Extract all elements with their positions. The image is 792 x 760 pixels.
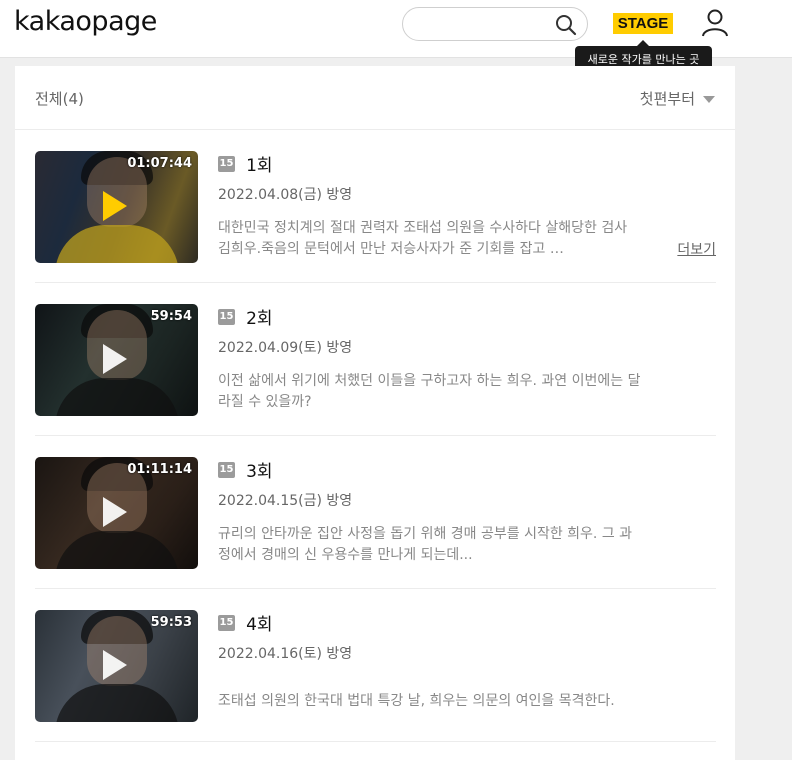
- age-rating-badge: 15: [218, 614, 235, 631]
- thumbnail-art: [55, 378, 179, 416]
- user-icon[interactable]: [700, 8, 730, 38]
- episode-thumbnail[interactable]: 01:07:44: [35, 151, 198, 263]
- kakaopage-logo[interactable]: kakaopage: [14, 6, 157, 37]
- episode-date: 2022.04.16(토) 방영: [218, 646, 353, 662]
- episode-count-label: 전체(4): [35, 90, 84, 108]
- play-icon[interactable]: [103, 344, 127, 374]
- play-icon[interactable]: [103, 497, 127, 527]
- list-header: 전체(4) 첫편부터: [15, 66, 735, 130]
- play-icon[interactable]: [103, 650, 127, 680]
- episode-title[interactable]: 3회: [246, 457, 272, 482]
- duration-label: 59:54: [150, 309, 192, 324]
- episode-description: 조태섭 의원의 한국대 법대 특강 날, 희우는 의문의 여인을 목격한다.: [218, 693, 615, 709]
- age-rating-badge: 15: [218, 308, 235, 325]
- duration-label: 01:07:44: [127, 156, 192, 171]
- more-link[interactable]: 더보기: [677, 239, 716, 259]
- sort-dropdown[interactable]: 첫편부터: [640, 88, 715, 109]
- episode-thumbnail[interactable]: 59:54: [35, 304, 198, 416]
- episode-description: 이전 삶에서 위기에 처했던 이들을 구하고자 하는 희우. 과연 이번에는 달…: [218, 373, 641, 410]
- search-input[interactable]: [417, 14, 547, 34]
- duration-label: 01:11:14: [127, 462, 192, 477]
- sort-label: 첫편부터: [639, 90, 695, 108]
- episode-description: 대한민국 정치계의 절대 권력자 조태섭 의원을 수사하다 살해당한 검사 김희…: [218, 220, 628, 257]
- stage-button[interactable]: STAGE: [613, 13, 673, 34]
- duration-label: 59:53: [150, 615, 192, 630]
- age-rating-badge: 15: [218, 155, 235, 172]
- episode-item-2[interactable]: 59:54 15 2회 2022.04.09(토) 방영 이전 삶에서 위기에 …: [35, 283, 716, 436]
- episode-info: 15 3회 2022.04.15(금) 방영 규리의 안타까운 집안 사정을 돕…: [218, 457, 716, 566]
- episode-title[interactable]: 2회: [246, 304, 272, 329]
- episode-info: 15 2회 2022.04.09(토) 방영 이전 삶에서 위기에 처했던 이들…: [218, 304, 716, 413]
- episode-thumbnail[interactable]: 59:53: [35, 610, 198, 722]
- play-icon[interactable]: [103, 191, 127, 221]
- episode-item-3[interactable]: 01:11:14 15 3회 2022.04.15(금) 방영 규리의 안타까운…: [35, 436, 716, 589]
- episode-title[interactable]: 4회: [246, 610, 272, 635]
- episode-thumbnail[interactable]: 01:11:14: [35, 457, 198, 569]
- search-box[interactable]: [402, 7, 588, 41]
- thumbnail-art: [55, 531, 179, 569]
- episode-item-4[interactable]: 59:53 15 4회 2022.04.16(토) 방영 조태섭 의원의 한국대…: [35, 589, 716, 742]
- thumbnail-art: [55, 684, 179, 722]
- age-rating-badge: 15: [218, 461, 235, 478]
- episode-info: 15 1회 2022.04.08(금) 방영 대한민국 정치계의 절대 권력자 …: [218, 151, 716, 260]
- episode-title[interactable]: 1회: [246, 151, 272, 176]
- episode-description: 규리의 안타까운 집안 사정을 돕기 위해 경매 공부를 시작한 희우. 그 과…: [218, 526, 633, 563]
- search-icon[interactable]: [555, 14, 577, 36]
- episode-date: 2022.04.08(금) 방영: [218, 187, 353, 203]
- thumbnail-art: [55, 225, 179, 263]
- episode-list: 01:07:44 15 1회 2022.04.08(금) 방영 대한민국 정치계…: [35, 130, 716, 742]
- caret-down-icon: [703, 96, 715, 103]
- episode-info: 15 4회 2022.04.16(토) 방영 조태섭 의원의 한국대 법대 특강…: [218, 610, 716, 712]
- episode-date: 2022.04.09(토) 방영: [218, 340, 353, 356]
- episode-list-panel: 전체(4) 첫편부터 01:07:44 15 1회 2022.04.08(금) …: [15, 66, 735, 760]
- episode-date: 2022.04.15(금) 방영: [218, 493, 353, 509]
- episode-item-1[interactable]: 01:07:44 15 1회 2022.04.08(금) 방영 대한민국 정치계…: [35, 130, 716, 283]
